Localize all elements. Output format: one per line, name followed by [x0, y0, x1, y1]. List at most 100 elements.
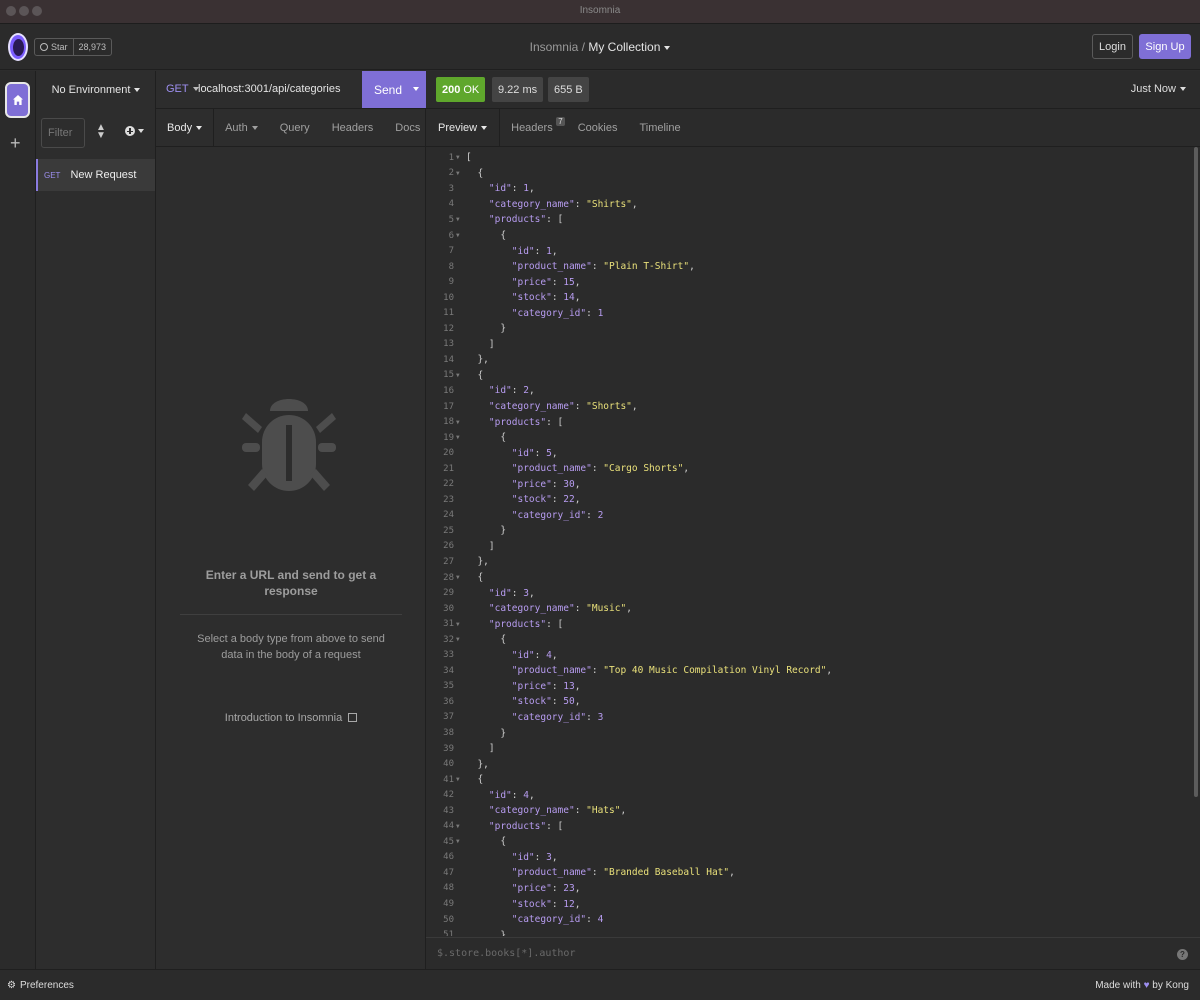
create-request-button[interactable] — [125, 126, 144, 136]
code-text: "product_name": "Cargo Shorts", — [511, 463, 690, 475]
code-line: 7 "id": 1, — [426, 243, 1192, 259]
code-line: 40 }, — [426, 756, 1192, 772]
method-dropdown[interactable]: GET — [166, 83, 199, 95]
line-number: 10 — [443, 292, 454, 303]
tab-docs[interactable]: Docs — [384, 109, 431, 146]
line-number: 27 — [443, 556, 454, 567]
home-button[interactable] — [5, 82, 30, 118]
tab-response-headers[interactable]: Headers 7 — [500, 109, 567, 146]
tab-query[interactable]: Query — [269, 109, 321, 146]
line-number: 26 — [443, 541, 454, 552]
fold-toggle-icon[interactable]: ▼ — [456, 154, 466, 161]
code-line: 29 "id": 3, — [426, 585, 1192, 601]
fold-toggle-icon[interactable]: ▼ — [456, 419, 466, 426]
gear-icon: ⚙ — [7, 980, 16, 991]
collection-dropdown[interactable]: My Collection — [588, 40, 671, 54]
line-number: 45 — [443, 836, 454, 847]
sidebar-item-new-request[interactable]: GET New Request — [36, 159, 155, 191]
line-number: 34 — [443, 665, 454, 676]
introduction-link[interactable]: Introduction to Insomnia — [156, 712, 426, 724]
code-text: "price": 30, — [511, 478, 581, 490]
line-number: 17 — [443, 401, 454, 412]
tab-auth[interactable]: Auth — [214, 109, 269, 146]
tab-body[interactable]: Body — [156, 109, 215, 146]
fold-toggle-icon[interactable]: ▼ — [456, 434, 466, 441]
window-title: Insomnia — [579, 5, 621, 16]
environment-dropdown[interactable]: No Environment — [36, 71, 156, 109]
send-options-chevron-icon[interactable] — [413, 87, 419, 91]
code-line: 17 "category_name": "Shorts", — [426, 399, 1192, 415]
add-project-icon[interactable]: + — [10, 133, 21, 154]
line-number: 49 — [443, 899, 454, 910]
tab-timeline[interactable]: Timeline — [628, 109, 691, 146]
send-label: Send — [374, 82, 403, 97]
chevron-down-icon — [481, 125, 488, 130]
line-number: 36 — [443, 696, 454, 707]
tab-cookies[interactable]: Cookies — [567, 109, 629, 146]
send-button[interactable]: Send — [362, 71, 426, 108]
response-pane: 200 OK 9.22 ms 655 B Just Now Preview Hea… — [426, 71, 1200, 969]
fold-toggle-icon[interactable]: ▼ — [456, 838, 466, 845]
breadcrumb-root[interactable]: Insomnia — [530, 40, 579, 54]
line-number: 35 — [443, 681, 454, 692]
response-body-viewer[interactable]: 1 ▼[2 ▼ {3 "id": 1, 4 "category_name": "Shi… — [426, 150, 1192, 936]
code-text: "id": 1, — [488, 183, 535, 195]
heart-icon: ♥ — [1143, 980, 1150, 991]
line-number: 11 — [443, 308, 454, 319]
code-line: 44 ▼ "products": [ — [426, 819, 1192, 835]
fold-toggle-icon[interactable]: ▼ — [456, 574, 466, 581]
request-sidebar: No Environment Filter ▲ ▼ GET New Request — [36, 71, 156, 969]
response-scrollbar[interactable] — [1194, 147, 1198, 797]
fold-toggle-icon[interactable]: ▼ — [456, 170, 466, 177]
line-number: 28 — [443, 572, 454, 583]
code-text: "id": 3, — [511, 851, 558, 863]
sort-icon[interactable]: ▲ ▼ — [96, 123, 106, 141]
response-history-dropdown[interactable]: Just Now — [1131, 83, 1186, 95]
code-text: { — [466, 230, 507, 241]
code-line: 10 "stock": 14, — [426, 290, 1192, 306]
url-input[interactable]: localhost:3001/api/categories — [198, 83, 340, 95]
code-line: 31 ▼ "products": [ — [426, 616, 1192, 632]
tab-auth-label: Auth — [225, 121, 248, 134]
preferences-button[interactable]: ⚙ Preferences — [7, 980, 74, 991]
line-number: 22 — [443, 479, 454, 490]
line-number: 5 — [448, 214, 454, 225]
tab-headers[interactable]: Headers — [321, 109, 385, 146]
signup-button[interactable]: Sign Up — [1139, 34, 1191, 59]
code-line: 45 ▼ { — [426, 834, 1192, 850]
fold-toggle-icon[interactable]: ▼ — [456, 776, 466, 783]
bug-icon — [242, 399, 336, 491]
line-number: 12 — [443, 323, 454, 334]
fold-toggle-icon[interactable]: ▼ — [456, 372, 466, 379]
code-text: "category_id": 4 — [511, 914, 604, 926]
help-icon[interactable]: ? — [1177, 949, 1188, 960]
response-status-bar: 200 OK 9.22 ms 655 B Just Now — [426, 71, 1200, 109]
code-line: 4 "category_name": "Shirts", — [426, 197, 1192, 213]
code-line: 41 ▼ { — [426, 772, 1192, 788]
response-filter-input[interactable]: $.store.books[*].author — [437, 948, 575, 959]
tab-preview[interactable]: Preview — [426, 109, 501, 146]
line-number: 30 — [443, 603, 454, 614]
line-number: 41 — [443, 774, 454, 785]
code-text: "category_id": 3 — [511, 711, 604, 723]
line-number: 47 — [443, 867, 454, 878]
code-line: 21 "product_name": "Cargo Shorts", — [426, 461, 1192, 477]
code-text: "products": [ — [488, 416, 564, 428]
code-text: { — [466, 572, 484, 584]
fold-toggle-icon[interactable]: ▼ — [456, 823, 466, 830]
code-text: ] — [466, 743, 495, 755]
code-line: 32 ▼ { — [426, 632, 1192, 648]
line-number: 44 — [443, 821, 454, 832]
login-button[interactable]: Login — [1092, 34, 1133, 59]
fold-toggle-icon[interactable]: ▼ — [456, 621, 466, 628]
code-text: { — [466, 432, 507, 444]
made-with-kong[interactable]: Made with ♥ by Kong — [1095, 980, 1189, 991]
sidebar-filter-input[interactable]: Filter — [41, 118, 85, 148]
code-text: { — [466, 634, 507, 646]
fold-toggle-icon[interactable]: ▼ — [456, 216, 466, 223]
fold-toggle-icon[interactable]: ▼ — [456, 232, 466, 239]
introduction-link-label: Introduction to Insomnia — [224, 712, 343, 724]
line-number: 9 — [448, 277, 454, 288]
fold-toggle-icon[interactable]: ▼ — [456, 636, 466, 643]
code-text: { — [466, 774, 484, 786]
